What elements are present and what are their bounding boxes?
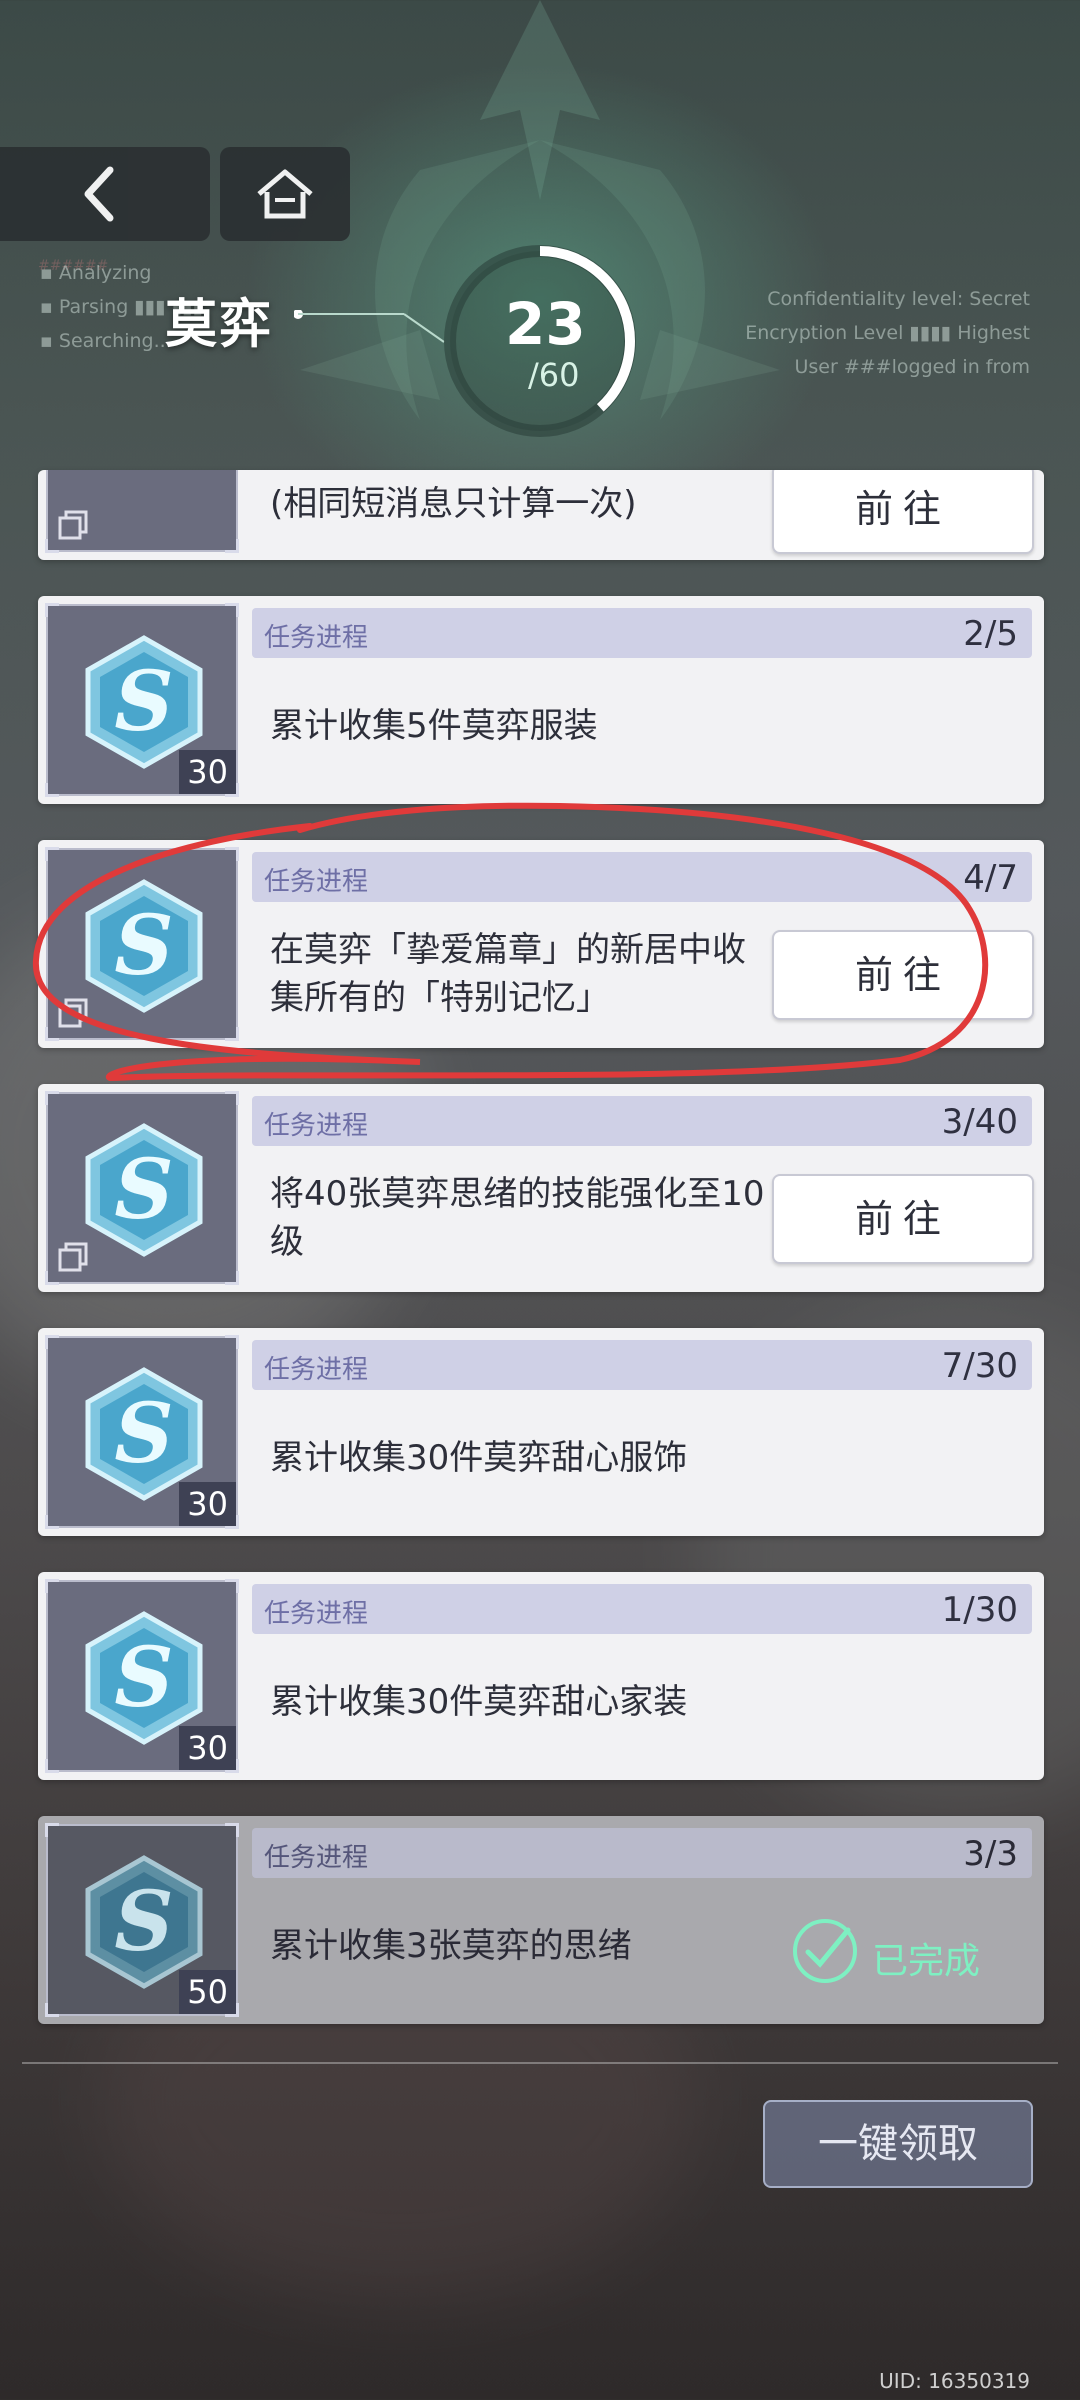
task-card: S 任务进程 3/40 将40张莫弈思绪的技能强化至10级 前往 — [38, 1084, 1044, 1292]
user-id: UID: 16350319 — [879, 2369, 1030, 2393]
progress-label: 任务进程 — [264, 867, 369, 897]
task-description: 将40张莫弈思绪的技能强化至10级 — [270, 1174, 765, 1262]
progress-value: 3/3 — [963, 1834, 1018, 1874]
svg-text:S: S — [114, 1630, 173, 1726]
reward-count: 30 — [179, 1482, 236, 1526]
system-status-right: Confidentiality level: Secret Encryption… — [745, 282, 1030, 384]
completed-status: 已完成 — [790, 1916, 1030, 1996]
task-description: 在莫弈「挚爱篇章」的新居中收集所有的「特别记忆」 — [270, 930, 746, 1018]
duplicate-icon — [58, 1242, 88, 1272]
svg-text:S: S — [114, 654, 173, 750]
progress-label: 任务进程 — [264, 1599, 369, 1629]
go-button[interactable]: 前往 — [772, 930, 1034, 1020]
reward-icon-box — [45, 470, 239, 553]
home-button[interactable] — [220, 147, 350, 241]
progress-label: 任务进程 — [264, 623, 369, 653]
back-icon — [84, 166, 114, 222]
task-progress-bar: 任务进程 4/7 — [252, 852, 1032, 902]
task-card: S 30 任务进程 1/30 累计收集30件莫弈甜心家装 — [38, 1572, 1044, 1780]
reward-count: 50 — [179, 1970, 236, 2014]
status-line: User ###logged in from — [794, 356, 1031, 378]
reward-icon-box: S 50 — [45, 1823, 239, 2017]
progress-label: 任务进程 — [264, 1355, 369, 1385]
svg-text:S: S — [114, 1386, 173, 1482]
header: ###### ▪ Analyzing ▪ Parsing ▮▮▮ ▮▮▮ ▪ S… — [0, 0, 1080, 470]
completed-label: 已完成 — [872, 1941, 981, 1982]
task-card: S 任务进程 4/7 在莫弈「挚爱篇章」的新居中收集所有的「特别记忆」 前往 — [38, 840, 1044, 1048]
task-card: (相同短消息只计算一次) 前往 — [38, 470, 1044, 560]
character-name: 莫弈 — [165, 295, 274, 355]
duplicate-icon — [58, 510, 88, 540]
svg-text:S: S — [114, 898, 173, 994]
reward-icon-box: S 30 — [45, 1579, 239, 1773]
task-progress-bar: 任务进程 1/30 — [252, 1584, 1032, 1634]
duplicate-icon — [58, 998, 88, 1028]
check-circle-icon — [793, 1919, 857, 1983]
progress-value: 4/7 — [963, 858, 1018, 898]
reward-icon-box: S 30 — [45, 603, 239, 797]
progress-value: 3/40 — [941, 1102, 1018, 1142]
task-description: 累计收集3张莫弈的思绪 — [270, 1926, 632, 1966]
crystal-s-icon: S — [85, 879, 203, 1013]
progress-value: 7/30 — [941, 1346, 1018, 1386]
task-description: 累计收集5件莫弈服装 — [270, 706, 598, 746]
task-card-completed: S 50 任务进程 3/3 累计收集3张莫弈的思绪 已完成 — [38, 1816, 1044, 2024]
task-card: S 30 任务进程 2/5 累计收集5件莫弈服装 — [38, 596, 1044, 804]
progress-label: 任务进程 — [264, 1843, 369, 1873]
back-button[interactable] — [0, 147, 210, 241]
reward-icon-box: S — [45, 847, 239, 1041]
task-progress-bar: 任务进程 7/30 — [252, 1340, 1032, 1390]
status-line: Encryption Level ▮▮▮▮ Highest — [745, 322, 1030, 344]
task-progress-bar: 任务进程 2/5 — [252, 608, 1032, 658]
task-card: S 30 任务进程 7/30 累计收集30件莫弈甜心服饰 — [38, 1328, 1044, 1536]
progress-label: 任务进程 — [264, 1111, 369, 1141]
svg-text:S: S — [114, 1142, 173, 1238]
status-line: Searching... — [58, 330, 172, 352]
task-description: (相同短消息只计算一次) — [270, 484, 637, 524]
status-line: Confidentiality level: Secret — [767, 288, 1030, 310]
progress-value: 2/5 — [963, 614, 1018, 654]
task-progress-bar: 任务进程 3/40 — [252, 1096, 1032, 1146]
claim-all-button[interactable]: 一键领取 — [763, 2100, 1033, 2188]
task-description: 累计收集30件莫弈甜心服饰 — [270, 1438, 688, 1478]
svg-text:S: S — [114, 1874, 173, 1970]
reward-count: 30 — [179, 750, 236, 794]
progress-current: 23 — [505, 290, 586, 358]
task-list[interactable]: (相同短消息只计算一次) 前往 S 30 任务进程 2/5 累计收集5件莫弈服装… — [38, 470, 1044, 2060]
go-button[interactable]: 前往 — [772, 470, 1034, 554]
divider — [22, 2062, 1058, 2064]
progress-value: 1/30 — [941, 1590, 1018, 1630]
reward-count: 30 — [179, 1726, 236, 1770]
go-button[interactable]: 前往 — [772, 1174, 1034, 1264]
task-description: 累计收集30件莫弈甜心家装 — [270, 1682, 688, 1722]
reward-icon-box: S 30 — [45, 1335, 239, 1529]
reward-icon-box: S — [45, 1091, 239, 1285]
crystal-s-icon: S — [85, 1123, 203, 1257]
home-icon — [257, 169, 313, 219]
task-progress-bar: 任务进程 3/3 — [252, 1828, 1032, 1878]
progress-total: /60 — [528, 356, 580, 394]
status-line: Analyzing — [58, 262, 152, 284]
connector-line — [294, 310, 445, 343]
